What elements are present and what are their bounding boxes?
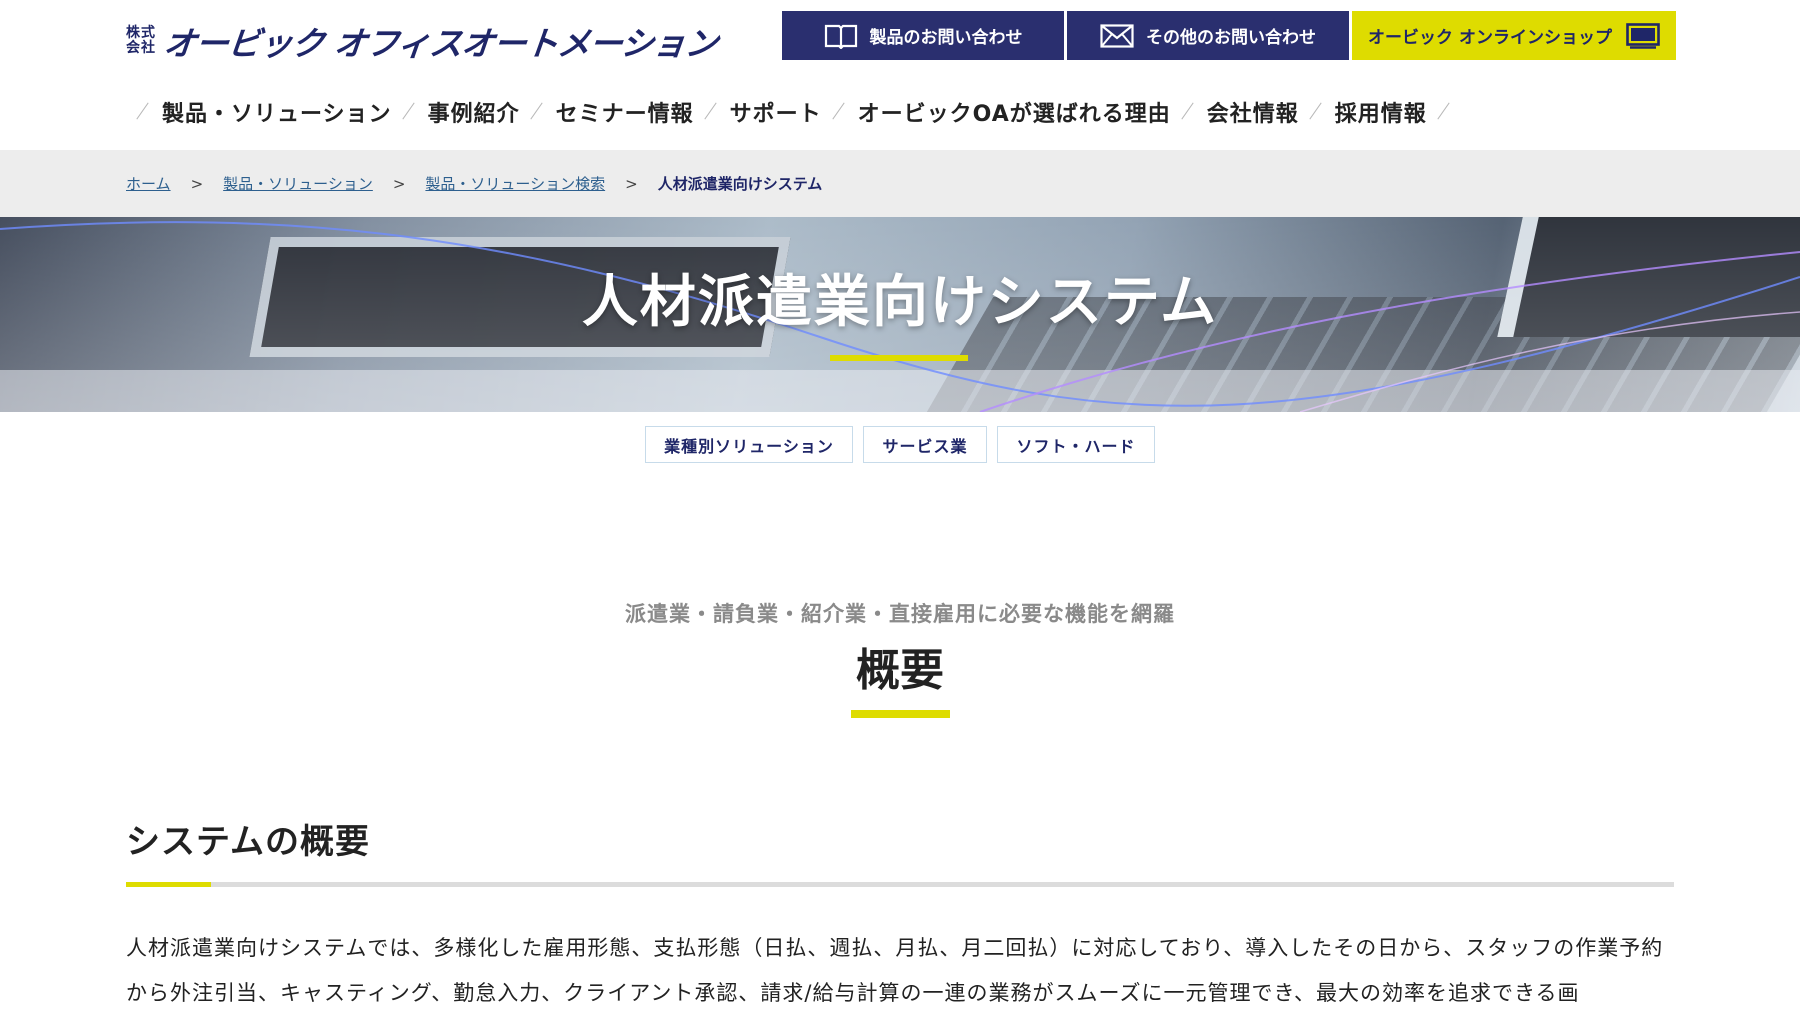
book-icon bbox=[824, 23, 858, 49]
tag-service[interactable]: サービス業 bbox=[863, 426, 987, 463]
company-logo[interactable]: 株式会社 オービック オフィスオートメーション bbox=[126, 20, 719, 63]
overview-title: 概要 bbox=[856, 645, 944, 696]
online-shop-button[interactable]: オービック オンラインショップ bbox=[1352, 11, 1676, 60]
header-buttons: 製品のお問い合わせ その他のお問い合わせ オービック オンラインショップ bbox=[782, 11, 1676, 60]
nav-divider bbox=[520, 96, 556, 128]
hero-title: 人材派遣業向けシステム bbox=[581, 270, 1219, 335]
mail-icon bbox=[1100, 23, 1134, 48]
breadcrumb: ホーム > 製品・ソリューション > 製品・ソリューション検索 > 人材派遣業向… bbox=[0, 150, 1800, 217]
other-inquiry-label: その他のお問い合わせ bbox=[1146, 28, 1316, 48]
breadcrumb-current: 人材派遣業向けシステム bbox=[657, 175, 823, 193]
breadcrumb-separator: > bbox=[625, 174, 638, 193]
product-inquiry-button[interactable]: 製品のお問い合わせ bbox=[782, 11, 1064, 60]
nav-divider bbox=[392, 96, 428, 128]
nav-divider bbox=[1299, 96, 1335, 128]
breadcrumb-products[interactable]: 製品・ソリューション bbox=[223, 173, 373, 194]
section-title: システムの概要 bbox=[126, 822, 370, 862]
nav-item-support[interactable]: サポート bbox=[730, 96, 822, 128]
nav-divider bbox=[1427, 96, 1463, 128]
site-header: 株式会社 オービック オフィスオートメーション 製品のお問い合わせ その他のお問… bbox=[0, 0, 1800, 150]
hero-banner: 人材派遣業向けシステム bbox=[0, 217, 1800, 412]
logo-prefix: 株式会社 bbox=[126, 25, 156, 56]
breadcrumb-search[interactable]: 製品・ソリューション検索 bbox=[425, 173, 605, 194]
nav-item-recruit[interactable]: 採用情報 bbox=[1335, 96, 1427, 128]
section-body: 人材派遣業向けシステムでは、多様化した雇用形態、支払形態（日払、週払、月払、月二… bbox=[126, 936, 1664, 1005]
overview-catchphrase: 派遣業・請負業・紹介業・直接雇用に必要な機能を網羅 bbox=[625, 602, 1175, 626]
nav-divider bbox=[1171, 96, 1207, 128]
product-inquiry-label: 製品のお問い合わせ bbox=[869, 28, 1023, 48]
nav-item-products[interactable]: 製品・ソリューション bbox=[162, 96, 392, 128]
breadcrumb-separator: > bbox=[392, 174, 406, 193]
nav-item-cases[interactable]: 事例紹介 bbox=[428, 96, 520, 128]
section-divider bbox=[126, 882, 1674, 887]
nav-divider bbox=[694, 96, 730, 128]
online-shop-label: オービック オンラインショップ bbox=[1368, 28, 1612, 48]
other-inquiry-button[interactable]: その他のお問い合わせ bbox=[1067, 11, 1349, 60]
hero-title-underline bbox=[830, 355, 968, 361]
breadcrumb-home[interactable]: ホーム bbox=[126, 173, 171, 194]
logo-name: オービック オフィスオートメーション bbox=[161, 24, 719, 63]
nav-divider bbox=[822, 96, 858, 128]
nav-divider bbox=[126, 96, 162, 128]
breadcrumb-separator: > bbox=[190, 174, 204, 193]
nav-item-seminars[interactable]: セミナー情報 bbox=[556, 96, 694, 128]
global-nav: 製品・ソリューション 事例紹介 セミナー情報 サポート オービックOAが選ばれる… bbox=[126, 96, 1463, 128]
section-divider-accent bbox=[126, 882, 211, 887]
nav-item-company[interactable]: 会社情報 bbox=[1207, 96, 1299, 128]
monitor-icon bbox=[1626, 22, 1660, 49]
overview-title-underline bbox=[851, 710, 950, 718]
tag-industry-solution[interactable]: 業種別ソリューション bbox=[645, 426, 853, 463]
tag-soft-hard[interactable]: ソフト・ハード bbox=[997, 426, 1155, 463]
nav-item-reasons[interactable]: オービックOAが選ばれる理由 bbox=[858, 96, 1171, 128]
category-tags: 業種別ソリューション サービス業 ソフト・ハード bbox=[0, 426, 1800, 463]
